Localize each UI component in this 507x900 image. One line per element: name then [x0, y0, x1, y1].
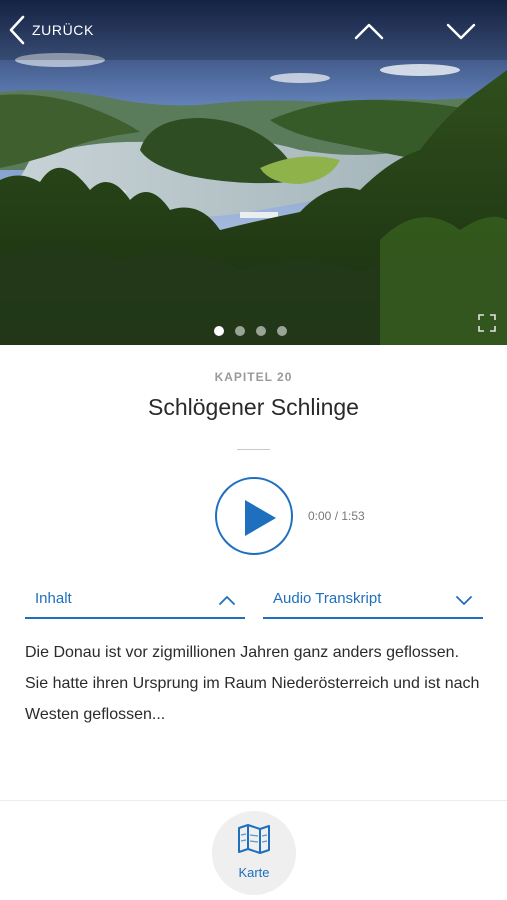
bottom-bar: Karte	[0, 800, 507, 900]
map-button[interactable]: Karte	[212, 811, 296, 895]
image-pagination-dots[interactable]	[214, 326, 287, 336]
play-icon	[245, 500, 276, 536]
chapter-number: KAPITEL 20	[214, 370, 293, 384]
content-text: Die Donau ist vor zigmillionen Jahren ga…	[25, 644, 480, 723]
tab-inhalt-label: Inhalt	[35, 590, 72, 607]
chevron-up-icon	[354, 23, 384, 40]
pagination-dot-4[interactable]	[277, 326, 287, 336]
chevron-down-icon	[456, 596, 472, 605]
next-chapter-button[interactable]	[444, 18, 478, 44]
pagination-dot-3[interactable]	[256, 326, 266, 336]
chapter-title: Schlögener Schlinge	[148, 394, 359, 420]
map-icon	[238, 824, 270, 854]
chevron-up-icon	[219, 596, 235, 605]
back-button[interactable]: ZURÜCK	[8, 14, 94, 46]
chevron-down-icon	[446, 23, 476, 40]
tab-inhalt[interactable]: Inhalt	[25, 585, 245, 619]
top-bar: ZURÜCK	[0, 0, 507, 64]
hero-image[interactable]: ZURÜCK	[0, 0, 507, 345]
chevron-left-icon	[9, 15, 25, 45]
map-button-label: Karte	[238, 865, 270, 880]
tab-audio-transkript[interactable]: Audio Transkript	[263, 585, 483, 619]
tab-audio-transkript-label: Audio Transkript	[273, 590, 382, 607]
pagination-dot-2[interactable]	[235, 326, 245, 336]
playback-time: 0:00 / 1:53	[308, 509, 365, 523]
back-label: ZURÜCK	[32, 22, 94, 38]
title-divider	[237, 449, 270, 450]
previous-chapter-button[interactable]	[352, 18, 386, 44]
pagination-dot-1[interactable]	[214, 326, 224, 336]
play-button[interactable]	[215, 477, 293, 555]
expand-icon[interactable]	[477, 313, 497, 333]
